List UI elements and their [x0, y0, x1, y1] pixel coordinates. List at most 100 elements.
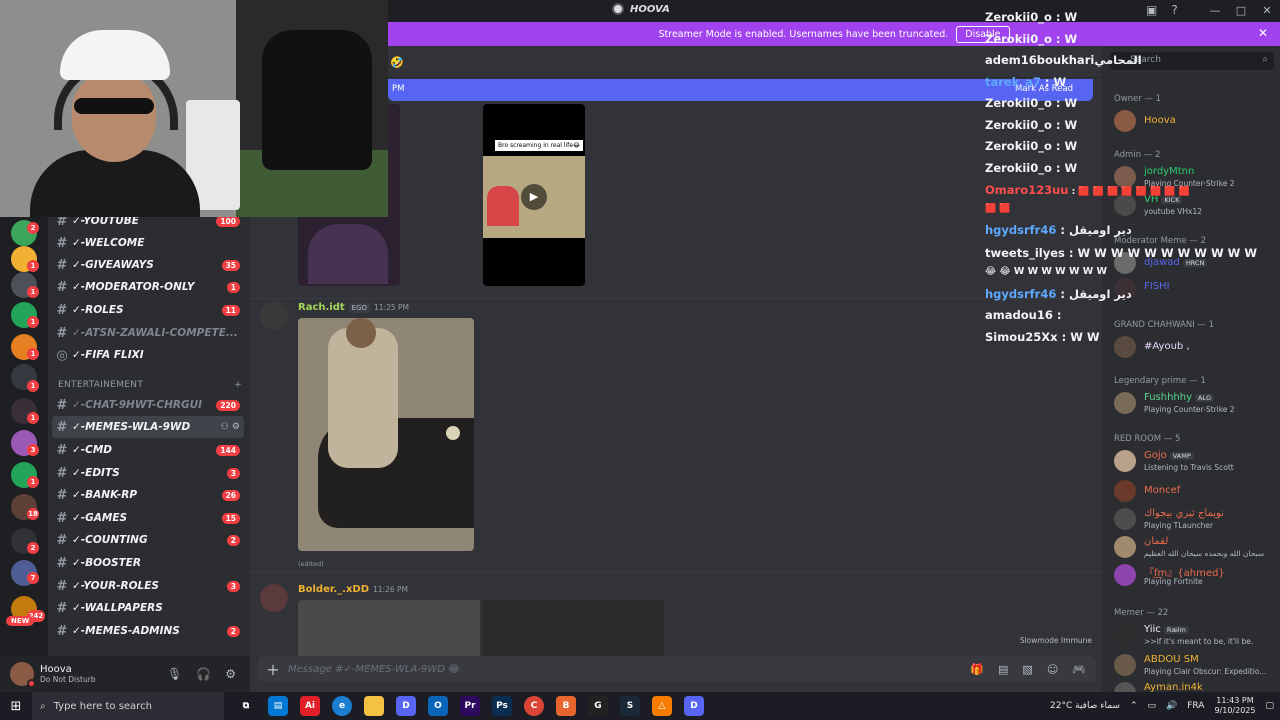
message-input[interactable]: Message #✓-MEMES-WLA-9WD 😂 — [288, 664, 970, 675]
add-attachment-button[interactable]: + — [258, 660, 288, 679]
invite-settings-icons[interactable]: ⚇ ⚙ — [221, 422, 240, 432]
message-author[interactable]: Bolder._.xDD — [298, 584, 369, 595]
channel-item[interactable]: # ✓-ATSN-ZAWALI-COMPETE... — [52, 322, 244, 344]
channel-list: # ✓-YOUTUBE 100 # ✓-WELCOME # ✓-GIVEAWAYS 35 … — [48, 214, 250, 656]
language-indicator[interactable]: FRA — [1187, 701, 1204, 711]
channel-item[interactable]: # ✓-MODERATOR-ONLY 1 — [52, 276, 244, 298]
image-attachment[interactable] — [298, 318, 474, 551]
avatar — [1114, 450, 1136, 472]
apps-icon[interactable]: 🎮 — [1072, 663, 1086, 676]
illustrator-icon[interactable]: Ai — [300, 696, 320, 716]
member-item[interactable]: Moncef — [1114, 478, 1278, 506]
avatar[interactable] — [260, 584, 288, 612]
edge-icon[interactable]: e — [332, 696, 352, 716]
user-panel: Hoova Do Not Disturb 🎙 🎧 ⚙ — [0, 656, 250, 692]
gear-icon[interactable]: ⚙ — [225, 667, 236, 681]
stream-chat-line: Zerokii0_o : W — [985, 161, 1078, 175]
channel-item[interactable]: # ✓-GIVEAWAYS 35 — [52, 254, 244, 276]
store-icon[interactable]: ▤ — [268, 696, 288, 716]
app-icon[interactable]: △ — [652, 696, 672, 716]
category-header[interactable]: ENTERTAINEMENT + — [58, 380, 242, 390]
broadcast-icon: ◎ — [56, 347, 68, 363]
channel-item[interactable]: # ✓-MEMES-ADMINS 2 — [52, 620, 244, 642]
weather-widget[interactable]: 22°C سماء صافية — [1050, 701, 1120, 711]
channel-item[interactable]: # ✓-WALLPAPERS — [52, 597, 244, 619]
hash-icon: # — [56, 465, 68, 481]
image-attachment[interactable] — [482, 600, 664, 656]
brave-icon[interactable]: B — [556, 696, 576, 716]
chrome-icon[interactable]: C — [524, 696, 544, 716]
photoshop-icon[interactable]: Ps — [492, 696, 512, 716]
member-item[interactable]: Ayman.in4k — [1114, 680, 1278, 692]
mention-badge: 3 — [226, 580, 240, 592]
channel-item[interactable]: # ✓-BOOSTER — [52, 552, 244, 574]
channel-item[interactable]: # ✓-COUNTING 2 — [52, 529, 244, 551]
guild-tag: VAMP — [1169, 452, 1194, 460]
channel-item[interactable]: # ✓-WELCOME — [52, 232, 244, 254]
channel-item[interactable]: # ✓-ROLES 11 — [52, 299, 244, 321]
mention-badge: 2 — [226, 534, 240, 546]
hash-icon: # — [56, 442, 68, 458]
hash-icon: # — [56, 302, 68, 318]
avatar[interactable] — [10, 662, 36, 688]
member-item[interactable]: ABDOU SM Playing Clair Obscur: Expeditio… — [1114, 652, 1278, 680]
mention-badge: 1 — [226, 281, 240, 293]
premiere-icon[interactable]: Pr — [460, 696, 480, 716]
member-item[interactable]: Yiic Rælm >>If it's meant to be, it'll be… — [1114, 622, 1278, 650]
avatar — [1114, 564, 1136, 586]
message-timestamp: 11:25 PM — [374, 303, 410, 312]
member-item[interactable]: نويماج ثيزي بيجواك Playing TLauncher — [1114, 506, 1278, 534]
video-attachment[interactable]: Bro screaming in real life😂 ▶ — [483, 104, 585, 286]
hash-icon: # — [56, 600, 68, 616]
emoji-icon[interactable]: ☺ — [1047, 663, 1058, 676]
avatar — [1114, 392, 1136, 414]
channel-item[interactable]: # ✓-GAMES 15 — [52, 507, 244, 529]
folder-icon[interactable] — [364, 696, 384, 716]
discord-icon[interactable]: D — [684, 696, 704, 716]
gift-icon[interactable]: 🎁 — [970, 663, 984, 676]
steam-icon[interactable]: S — [620, 696, 640, 716]
task-view-icon[interactable]: ⧉ — [236, 696, 256, 716]
hash-icon: # — [56, 487, 68, 503]
add-channel-icon[interactable]: + — [234, 380, 242, 390]
new-badge[interactable]: NEW — [6, 616, 35, 626]
gif-icon[interactable]: ▤ — [998, 663, 1008, 676]
taskbar-apps: ⧉ ▤ Ai e D O Pr Ps C B G S △ D — [236, 696, 704, 716]
avatar[interactable] — [260, 302, 288, 330]
obs-icon[interactable]: G — [588, 696, 608, 716]
member-item[interactable]: 『f͟m』{ahmed} Playing Fortnite — [1114, 562, 1278, 590]
play-icon[interactable]: ▶ — [521, 184, 547, 210]
member-item[interactable]: Gojo VAMP Listening to Travis Scott — [1114, 448, 1278, 476]
notification-icon[interactable]: ▢ — [1265, 701, 1274, 711]
member-item[interactable]: Fushhhhy ALG Playing Counter-Strike 2 — [1114, 390, 1278, 418]
member-item[interactable]: لقمان سبحان الله وبحمده سبحان الله العظي… — [1114, 534, 1278, 562]
sticker-icon[interactable]: ▧ — [1022, 663, 1032, 676]
channel-item[interactable]: ◎ ✓-FIFA FLIXI — [52, 344, 244, 366]
channel-item[interactable]: # ✓-YOUR-ROLES 3 — [52, 575, 244, 597]
taskbar-search[interactable]: ⌕ Type here to search — [32, 692, 224, 720]
outlook-icon[interactable]: O — [428, 696, 448, 716]
image-attachment[interactable] — [298, 600, 480, 656]
discord-icon[interactable]: D — [396, 696, 416, 716]
volume-icon[interactable]: 🔊 — [1166, 701, 1177, 711]
message-author[interactable]: Rach.idt — [298, 302, 345, 313]
hash-icon: # — [56, 578, 68, 594]
message-header: Bolder._.xDD 11:26 PM — [298, 584, 408, 595]
tray-overflow-icon[interactable]: ⌃ — [1130, 701, 1138, 711]
clock[interactable]: 11:43 PM 9/10/2025 — [1214, 696, 1255, 716]
avatar — [1114, 480, 1136, 502]
video-frame: ▶ — [483, 156, 585, 238]
windows-start-icon[interactable]: ⊞ — [0, 699, 32, 714]
channel-item[interactable]: # ✓-EDITS 3 — [52, 462, 244, 484]
network-icon[interactable]: ▭ — [1147, 701, 1156, 711]
user-info[interactable]: Hoova Do Not Disturb — [40, 664, 167, 684]
channel-item[interactable]: # ✓-CHAT-9HWT-CHRGUI 220 — [52, 394, 244, 416]
channel-item-selected[interactable]: # ✓-MEMES-WLA-9WD ⚇ ⚙ — [52, 416, 244, 438]
guild-tag[interactable]: EGO — [348, 302, 371, 313]
server-badge: 1 — [27, 260, 39, 272]
channel-item[interactable]: # ✓-CMD 144 — [52, 439, 244, 461]
hash-icon: # — [56, 235, 68, 251]
microphone-icon[interactable]: 🎙 — [167, 667, 182, 681]
headphones-icon[interactable]: 🎧 — [196, 667, 211, 681]
channel-item[interactable]: # ✓-BANK-RP 26 — [52, 484, 244, 506]
